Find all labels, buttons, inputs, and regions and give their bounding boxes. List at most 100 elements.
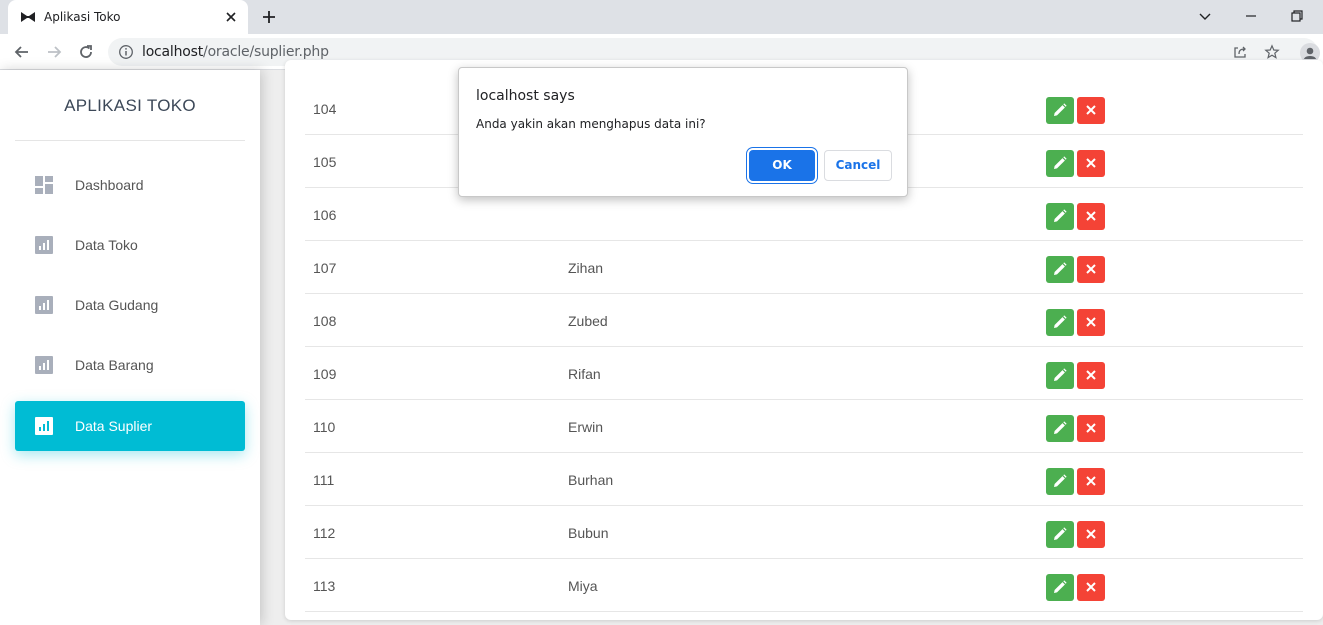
bar-chart-icon [35,236,53,254]
edit-button[interactable] [1046,97,1074,124]
supplier-name-cell: Miya [568,578,598,594]
sidebar-item-data-toko[interactable]: Data Toko [15,220,245,270]
edit-button[interactable] [1046,415,1074,442]
table-row: 110 Erwin [305,400,1303,453]
close-icon [1086,264,1096,274]
sidebar-item-label: Data Gudang [75,297,159,313]
url-host: localhost [142,44,204,60]
supplier-name-cell: Bubun [568,525,609,541]
supplier-name-cell: Zihan [568,260,604,276]
browser-tab[interactable]: Aplikasi Toko [8,0,248,34]
sidebar-item-dashboard[interactable]: Dashboard [15,160,245,210]
edit-button[interactable] [1046,203,1074,230]
pencil-icon [1054,580,1067,593]
dashboard-icon [35,176,53,194]
share-icon[interactable] [1232,44,1248,60]
back-arrow-icon[interactable] [12,42,32,62]
sidebar-item-label: Dashboard [75,177,144,193]
dialog-title: localhost says [476,88,575,104]
delete-button[interactable] [1077,362,1105,389]
supplier-id-cell: 105 [313,154,337,170]
close-icon [1086,158,1096,168]
tab-search-icon[interactable] [1197,8,1213,24]
close-icon [1086,476,1096,486]
supplier-id-cell: 104 [313,101,337,117]
edit-button[interactable] [1046,468,1074,495]
supplier-id-cell: 113 [313,578,336,594]
close-icon [1086,105,1096,115]
delete-button[interactable] [1077,574,1105,601]
pencil-icon [1054,368,1067,381]
edit-button[interactable] [1046,521,1074,548]
bar-chart-icon [35,356,53,374]
table-row: 108 Zubed [305,294,1303,347]
supplier-id-cell: 106 [313,207,337,223]
tab-title: Aplikasi Toko [44,10,121,24]
bookmark-star-icon[interactable] [1264,44,1280,60]
cancel-button[interactable]: Cancel [824,150,892,181]
bowtie-favicon-icon [21,12,35,22]
edit-button[interactable] [1046,256,1074,283]
supplier-name-cell: Erwin [568,419,604,435]
pencil-icon [1054,103,1067,116]
table-row: 107 Zihan [305,241,1303,294]
table-row: 109 Rifan [305,347,1303,400]
close-icon [1086,211,1096,221]
delete-button[interactable] [1077,97,1105,124]
pencil-icon [1054,262,1067,275]
supplier-id-cell: 110 [313,419,336,435]
minimize-icon[interactable] [1243,8,1259,24]
reload-icon[interactable] [76,42,96,62]
delete-button[interactable] [1077,256,1105,283]
pencil-icon [1054,474,1067,487]
new-tab-icon[interactable] [260,8,278,26]
url-text[interactable]: localhost/oracle/suplier.php [142,44,329,60]
close-icon [1086,529,1096,539]
delete-button[interactable] [1077,468,1105,495]
delete-button[interactable] [1077,415,1105,442]
sidebar-item-label: Data Toko [75,237,138,253]
edit-button[interactable] [1046,150,1074,177]
pencil-icon [1054,315,1067,328]
pencil-icon [1054,527,1067,540]
close-icon [1086,370,1096,380]
table-row: 111 Burhan [305,453,1303,506]
supplier-id-cell: 111 [313,472,335,488]
close-icon [1086,423,1096,433]
supplier-name-cell: Rifan [568,366,601,382]
sidebar-item-label: Data Suplier [75,418,153,434]
edit-button[interactable] [1046,574,1074,601]
restore-icon[interactable] [1289,8,1305,24]
forward-arrow-icon[interactable] [44,42,64,62]
pencil-icon [1054,421,1067,434]
pencil-icon [1054,209,1067,222]
dialog-message: Anda yakin akan menghapus data ini? [476,117,706,131]
sidebar: APLIKASI TOKO Dashboard Data Toko Data G… [0,70,260,625]
delete-button[interactable] [1077,521,1105,548]
sidebar-item-data-barang[interactable]: Data Barang [15,340,245,390]
browser-tab-strip: Aplikasi Toko [0,0,1323,34]
table-row: 112 Bubun [305,506,1303,559]
bar-chart-icon [35,417,53,435]
url-path: /oracle/suplier.php [203,44,329,60]
supplier-name-cell: Burhan [568,472,614,488]
confirm-dialog: localhost says Anda yakin akan menghapus… [458,67,908,197]
bar-chart-icon [35,296,53,314]
close-icon [1086,582,1096,592]
ok-button[interactable]: OK [747,148,817,183]
divider [15,140,245,141]
supplier-name-cell: Zubed [568,313,608,329]
site-info-icon[interactable] [118,44,134,60]
delete-button[interactable] [1077,203,1105,230]
edit-button[interactable] [1046,362,1074,389]
sidebar-item-label: Data Barang [75,357,154,373]
sidebar-item-data-suplier[interactable]: Data Suplier [15,401,245,451]
brand-title[interactable]: APLIKASI TOKO [0,96,260,116]
delete-button[interactable] [1077,150,1105,177]
edit-button[interactable] [1046,309,1074,336]
delete-button[interactable] [1077,309,1105,336]
supplier-id-cell: 112 [313,525,336,541]
supplier-id-cell: 107 [313,260,337,276]
close-tab-icon[interactable] [222,8,240,26]
sidebar-item-data-gudang[interactable]: Data Gudang [15,280,245,330]
